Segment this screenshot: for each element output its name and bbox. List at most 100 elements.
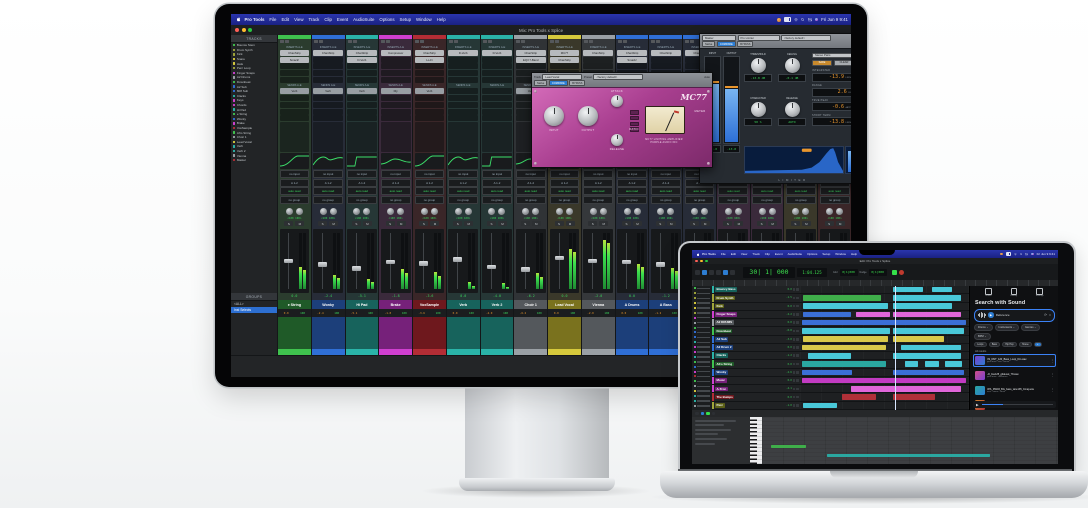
- insert-slot-empty[interactable]: [415, 70, 445, 76]
- mute-button[interactable]: M: [667, 221, 676, 226]
- insert-slot[interactable]: ChanStrip: [583, 50, 613, 56]
- pan-knob-left[interactable]: [455, 208, 462, 215]
- tag-chip-bass[interactable]: Bass: [989, 342, 1000, 347]
- edit-lane[interactable]: [800, 319, 969, 327]
- mute-button[interactable]: M: [532, 221, 541, 226]
- insert-slot-empty[interactable]: [280, 63, 310, 69]
- filter-chip-drums[interactable]: Drums ⌄: [974, 324, 993, 331]
- tag-chip-house[interactable]: House: [1019, 342, 1032, 347]
- preset-selector[interactable]: <factory default>: [593, 74, 643, 81]
- automation-mode-selector[interactable]: auto read: [685, 187, 715, 195]
- mute-button[interactable]: M: [329, 221, 338, 226]
- solo-button[interactable]: [793, 338, 796, 341]
- track-name-chip[interactable]: Wonky: [715, 370, 728, 375]
- insert-slot-empty[interactable]: [280, 70, 310, 76]
- menu-item-pro-tools[interactable]: Pro Tools: [702, 252, 716, 256]
- more-options-button[interactable]: ⋮: [1051, 373, 1054, 377]
- insert-slot[interactable]: Smack!: [617, 57, 647, 63]
- menu-item-file[interactable]: File: [269, 17, 276, 22]
- track-name-chip[interactable]: The Bumps: [715, 395, 734, 400]
- insert-slot[interactable]: D-Verb: [482, 50, 512, 56]
- edit-tracks-mini-list[interactable]: [692, 286, 713, 410]
- send-slot[interactable]: Verb: [280, 88, 310, 94]
- edit-lane[interactable]: [800, 294, 969, 302]
- mute-button[interactable]: M: [599, 221, 608, 226]
- grid-value[interactable]: 0|1|000: [840, 269, 858, 276]
- pan-knob-left[interactable]: [488, 208, 495, 215]
- solo-button[interactable]: S: [555, 221, 564, 226]
- edit-lane[interactable]: [800, 303, 969, 311]
- clip[interactable]: [893, 303, 952, 308]
- output-selector[interactable]: A 1-2: [550, 179, 580, 187]
- menu-item-clip[interactable]: Clip: [324, 17, 332, 22]
- pan-knob-left[interactable]: [387, 208, 394, 215]
- pan-knob-left[interactable]: [320, 208, 327, 215]
- solo-button[interactable]: S: [453, 221, 462, 226]
- pan-knob-left[interactable]: [826, 208, 833, 215]
- clip[interactable]: [905, 361, 919, 366]
- solo-button[interactable]: [793, 321, 796, 324]
- pan-knob-right[interactable]: [566, 208, 573, 215]
- output-selector[interactable]: A 1-2: [415, 179, 445, 187]
- menu-item-file[interactable]: File: [721, 252, 726, 256]
- track-name-plate[interactable]: Lead Vocal: [548, 300, 581, 309]
- solo-button[interactable]: [793, 313, 796, 316]
- pan-knob-right[interactable]: [735, 208, 742, 215]
- solo-button[interactable]: S: [318, 221, 327, 226]
- insert-slot-empty[interactable]: [617, 63, 647, 69]
- main-counter[interactable]: 30| 1| 000: [743, 267, 795, 278]
- pan-knob-left[interactable]: [624, 208, 631, 215]
- user-avatar[interactable]: [1000, 253, 1003, 256]
- edit-lane[interactable]: [800, 344, 969, 352]
- input-selector[interactable]: no input: [280, 170, 310, 178]
- progress-bar[interactable]: [982, 404, 1053, 405]
- mute-button[interactable]: M: [836, 221, 845, 226]
- sub-counter[interactable]: 1:04.125: [797, 268, 827, 277]
- track-name-plate[interactable]: Wonky: [312, 300, 345, 309]
- insert-slot-empty[interactable]: [482, 63, 512, 69]
- pan-knob-left[interactable]: [657, 208, 664, 215]
- pan-knob-left[interactable]: [353, 208, 360, 215]
- apple-menu-icon[interactable]: [697, 253, 699, 256]
- pan-knob-right[interactable]: [769, 208, 776, 215]
- fader-handle[interactable]: [622, 260, 631, 265]
- siri-icon[interactable]: [815, 18, 818, 21]
- send-slot-empty[interactable]: [448, 88, 478, 94]
- input-selector[interactable]: no input: [313, 170, 343, 178]
- solo-button[interactable]: S: [284, 221, 293, 226]
- solo-button[interactable]: S: [419, 221, 428, 226]
- track-name-plate[interactable]: Hi Pad: [346, 300, 379, 309]
- pan-knob-right[interactable]: [465, 208, 472, 215]
- track-name-chip[interactable]: Downbeat: [715, 329, 732, 334]
- mute-button[interactable]: [796, 396, 799, 399]
- mute-button[interactable]: [796, 313, 799, 316]
- insert-slot-empty[interactable]: [448, 77, 478, 83]
- solo-button[interactable]: S: [825, 221, 834, 226]
- solo-button[interactable]: [793, 354, 796, 357]
- menu-item-event[interactable]: Event: [337, 17, 348, 22]
- play-reference-button[interactable]: ▶: [988, 312, 994, 318]
- clip[interactable]: [803, 336, 888, 341]
- refresh-icon[interactable]: ⟳: [1044, 313, 1047, 317]
- automation-mode-selector[interactable]: auto read: [381, 187, 411, 195]
- send-slot[interactable]: Verb: [313, 88, 343, 94]
- menu-item-view[interactable]: View: [741, 252, 747, 256]
- insert-slot-empty[interactable]: [651, 63, 681, 69]
- insert-slot-empty[interactable]: [448, 57, 478, 63]
- channel-mode-selector[interactable]: Stereo Pairs: [812, 53, 851, 58]
- automation-mode-selector[interactable]: auto read: [313, 187, 343, 195]
- mute-button[interactable]: M: [802, 221, 811, 226]
- clip[interactable]: [802, 378, 966, 383]
- track-name-plate[interactable]: Verb: [447, 300, 480, 309]
- pan-knob-right[interactable]: [836, 208, 843, 215]
- insert-slot-empty[interactable]: [583, 63, 613, 69]
- mute-button[interactable]: M: [498, 221, 507, 226]
- grid-mode-button[interactable]: [709, 270, 714, 275]
- edit-track-header-perc[interactable]: Perc-1.0: [712, 402, 800, 410]
- search-icon[interactable]: [801, 18, 804, 21]
- input-knob[interactable]: [544, 106, 564, 126]
- mute-button[interactable]: [796, 404, 799, 407]
- edit-lane[interactable]: [800, 327, 969, 335]
- group-selector[interactable]: no group: [415, 196, 445, 204]
- pan-knob-right[interactable]: [296, 208, 303, 215]
